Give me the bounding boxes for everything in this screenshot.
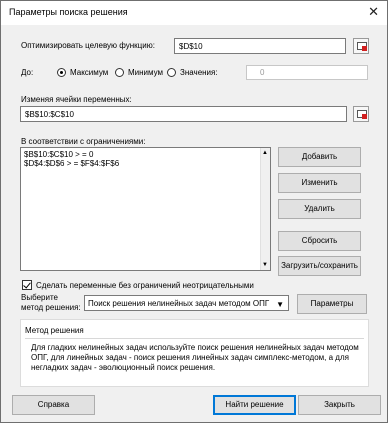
- constraint-item[interactable]: $D$4:$D$6 > = $F$4:$F$6: [24, 159, 119, 168]
- objective-value: $D$10: [179, 42, 203, 51]
- radio-value[interactable]: [167, 68, 176, 77]
- nonneg-checkbox[interactable]: [22, 280, 32, 290]
- variables-input[interactable]: $B$10:$C$10: [20, 106, 347, 122]
- variables-value: $B$10:$C$10: [25, 110, 74, 119]
- description-divider: [25, 338, 364, 339]
- constraints-scrollbar[interactable]: ▲ ▼: [260, 148, 270, 270]
- objective-label: Оптимизировать целевую функцию:: [21, 41, 155, 50]
- constraint-item[interactable]: $B$10:$C$10 > = 0: [24, 150, 93, 159]
- edit-constraint-button[interactable]: Изменить: [278, 173, 361, 193]
- load-save-button[interactable]: Загрузить/сохранить: [278, 256, 361, 276]
- radio-maximum-label[interactable]: Максимум: [70, 68, 108, 77]
- radio-maximum[interactable]: [57, 68, 66, 77]
- variables-label: Изменяя ячейки переменных:: [21, 95, 132, 104]
- nonneg-label[interactable]: Сделать переменные без ограничений неотр…: [36, 281, 254, 290]
- reset-button[interactable]: Сбросить: [278, 231, 361, 251]
- dialog-title: Параметры поиска решения: [9, 7, 128, 17]
- radio-value-label[interactable]: Значения:: [180, 68, 218, 77]
- value-input[interactable]: 0: [246, 65, 368, 80]
- constraints-label: В соответствии с ограничениями:: [21, 137, 146, 146]
- constraints-list[interactable]: $B$10:$C$10 > = 0 $D$4:$D$6 > = $F$4:$F$…: [20, 147, 271, 271]
- radio-minimum[interactable]: [115, 68, 124, 77]
- method-label-line1: Выберите: [21, 293, 58, 302]
- close-icon[interactable]: ✕: [368, 4, 379, 20]
- method-label-line2: метод решения:: [21, 303, 81, 312]
- title-bar: Параметры поиска решения ✕: [1, 1, 387, 25]
- description-title: Метод решения: [25, 326, 84, 335]
- description-line1: Для гладких нелинейных задач используйте…: [31, 343, 359, 352]
- solve-button[interactable]: Найти решение: [213, 395, 296, 415]
- radio-minimum-label[interactable]: Минимум: [128, 68, 163, 77]
- chevron-down-icon[interactable]: ▼: [276, 300, 284, 309]
- description-line3: негладких задач - эволюционный поиск реш…: [31, 363, 216, 372]
- method-description: Метод решения Для гладких нелинейных зад…: [20, 319, 369, 387]
- to-label: До:: [21, 68, 34, 77]
- solver-dialog: Параметры поиска решения ✕ Оптимизироват…: [0, 0, 388, 423]
- objective-input[interactable]: $D$10: [174, 38, 346, 54]
- help-button[interactable]: Справка: [12, 395, 95, 415]
- add-constraint-button[interactable]: Добавить: [278, 147, 361, 167]
- variables-range-picker-icon[interactable]: [353, 106, 369, 122]
- description-line2: ОПГ, для линейных задач - поиск решения …: [31, 353, 349, 362]
- method-select[interactable]: Поиск решения нелинейных задач методом О…: [84, 295, 289, 311]
- scroll-down-icon[interactable]: ▼: [262, 262, 268, 268]
- method-select-value: Поиск решения нелинейных задач методом О…: [88, 299, 270, 308]
- parameters-button[interactable]: Параметры: [297, 294, 367, 314]
- objective-range-picker-icon[interactable]: [353, 38, 369, 54]
- delete-constraint-button[interactable]: Удалить: [278, 199, 361, 219]
- close-button[interactable]: Закрыть: [298, 395, 381, 415]
- value-input-text: 0: [260, 68, 265, 77]
- scroll-up-icon[interactable]: ▲: [262, 150, 268, 156]
